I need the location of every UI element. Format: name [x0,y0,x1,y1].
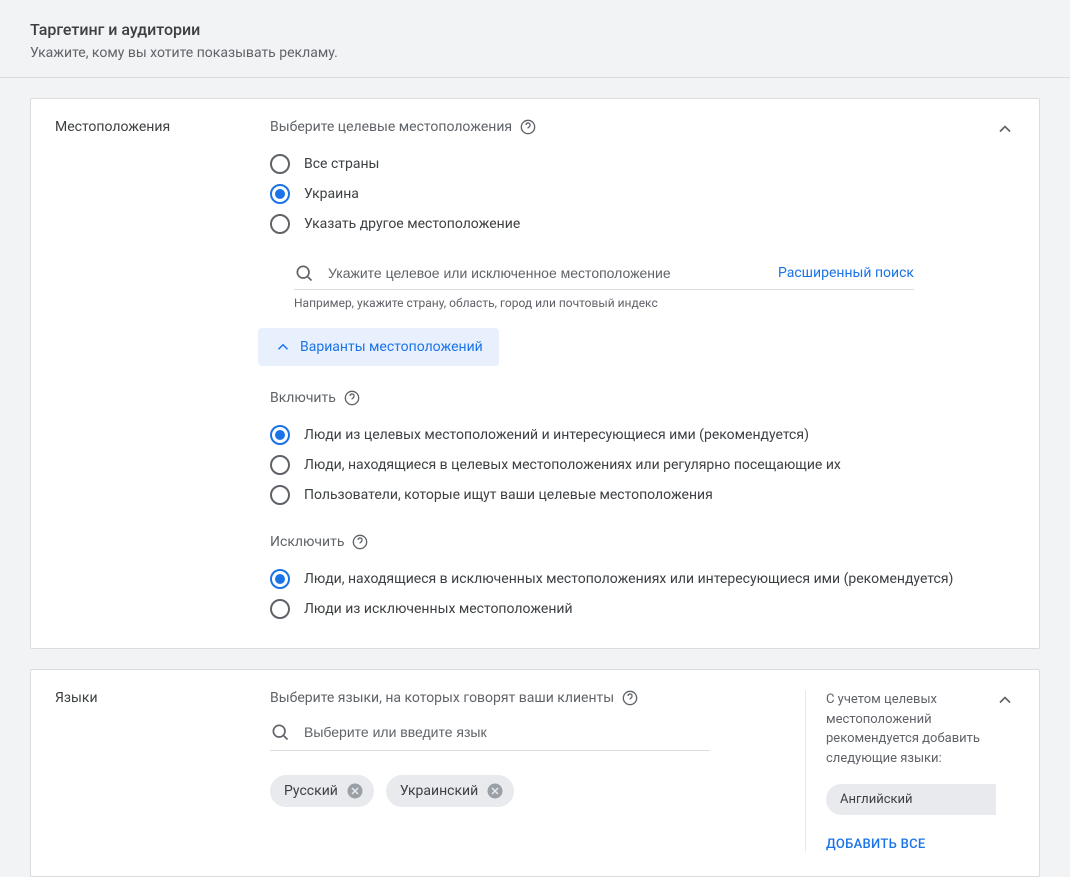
location-search-input[interactable] [328,265,758,281]
radio-all-countries[interactable]: Все страны [270,149,975,179]
exclude-opt-1[interactable]: Люди, находящиеся в исключенных местопол… [270,564,975,594]
language-search-field[interactable] [270,714,710,751]
page-title: Таргетинг и аудитории [30,20,1040,39]
chip-ukrainian[interactable]: Украинский [386,775,514,807]
location-options-expander[interactable]: Варианты местоположений [258,328,499,366]
location-hint: Например, укажите страну, область, город… [294,296,975,310]
locations-card: Местоположения Выберите целевые местопол… [30,98,1040,649]
close-icon[interactable] [346,782,364,800]
suggestion-chip-english[interactable]: Английский [826,784,996,815]
page-subtitle: Укажите, кому вы хотите показывать рекла… [30,45,1040,61]
exclude-opt-2[interactable]: Люди из исключенных местоположений [270,594,975,624]
close-icon[interactable] [486,782,504,800]
radio-ukraine[interactable]: Украина [270,179,975,209]
help-icon[interactable] [622,690,638,706]
page-header: Таргетинг и аудитории Укажите, кому вы х… [0,0,1070,78]
include-opt-2[interactable]: Люди, находящиеся в целевых местоположен… [270,450,975,480]
languages-card: Языки Выберите языки, на которых говорят… [30,669,1040,877]
language-search-input[interactable] [304,724,710,740]
include-label: Включить [270,390,975,406]
collapse-icon[interactable] [995,119,1015,139]
suggestion-text: С учетом целевых местоположений рекоменд… [826,690,1015,768]
include-opt-3[interactable]: Пользователи, которые ищут ваши целевые … [270,480,975,510]
include-opt-1[interactable]: Люди из целевых местоположений и интерес… [270,420,975,450]
chip-russian[interactable]: Русский [270,775,374,807]
radio-other-location[interactable]: Указать другое местоположение [270,209,975,239]
locations-select-label: Выберите целевые местоположения [270,119,975,135]
chevron-up-icon [274,338,292,356]
help-icon[interactable] [352,534,368,550]
add-all-button[interactable]: ДОБАВИТЬ ВСЕ [826,837,1015,852]
languages-select-label: Выберите языки, на которых говорят ваши … [270,690,765,706]
search-icon [294,263,314,283]
help-icon[interactable] [520,119,536,135]
languages-title: Языки [55,690,270,706]
exclude-label: Исключить [270,534,975,550]
location-search-field[interactable]: Расширенный поиск [294,257,914,290]
locations-title: Местоположения [55,119,270,135]
location-scope-radios: Все страны Украина Указать другое местоп… [270,149,975,239]
advanced-search-link[interactable]: Расширенный поиск [778,265,914,281]
search-icon [270,722,290,742]
collapse-icon[interactable] [995,690,1015,710]
help-icon[interactable] [344,390,360,406]
